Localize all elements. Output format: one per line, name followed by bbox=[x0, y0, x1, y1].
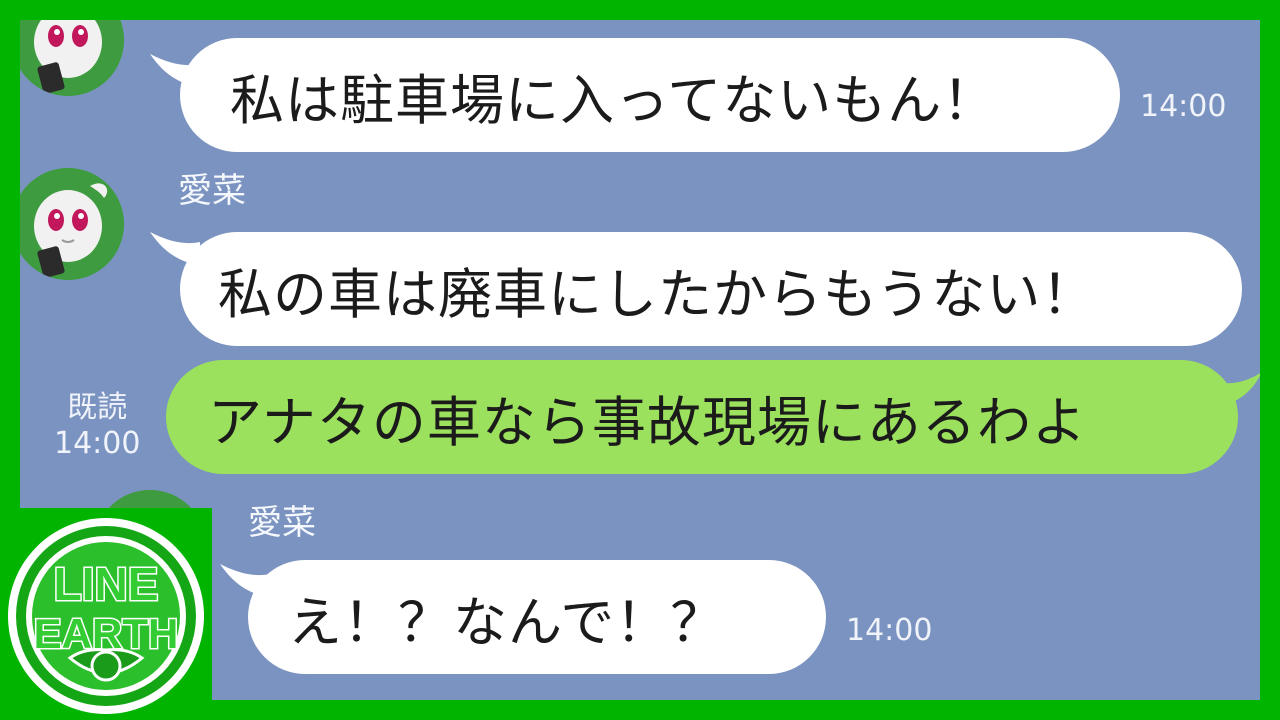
character-avatar-icon bbox=[20, 20, 124, 96]
message-bubble[interactable]: 私の車は廃車にしたからもうない！ bbox=[180, 232, 1242, 346]
sender-name: 愛菜 bbox=[178, 171, 246, 211]
logo-text-line1: LINE bbox=[54, 558, 159, 610]
message-text: 私は駐車場に入ってないもん！ bbox=[230, 68, 998, 132]
message-timestamp: 14:00 bbox=[1140, 89, 1227, 124]
message-bubble[interactable]: 私は駐車場に入ってないもん！ bbox=[180, 38, 1120, 152]
line-earth-logo-icon: LINE EARTH bbox=[8, 518, 204, 714]
message-timestamp: 14:00 bbox=[846, 613, 933, 648]
message-text: 私の車は廃車にしたからもうない！ bbox=[218, 262, 1097, 326]
message-timestamp: 14:00 bbox=[54, 426, 141, 461]
message-text: アナタの車なら事故現場にあるわよ bbox=[208, 390, 1087, 454]
read-receipt: 既読 14:00 bbox=[54, 390, 140, 462]
read-label: 既読 bbox=[67, 390, 128, 425]
contact-avatar[interactable] bbox=[20, 20, 124, 96]
message-text: え！？なんで！？ bbox=[288, 590, 726, 654]
message-bubble[interactable]: アナタの車なら事故現場にあるわよ bbox=[166, 360, 1238, 474]
message-bubble[interactable]: え！？なんで！？ bbox=[248, 560, 826, 674]
channel-logo: LINE EARTH bbox=[0, 508, 212, 720]
logo-text-line2: EARTH bbox=[34, 610, 179, 657]
bubble-tail bbox=[1216, 373, 1260, 408]
sender-name: 愛菜 bbox=[248, 503, 316, 543]
character-avatar-icon bbox=[20, 168, 124, 280]
contact-avatar[interactable] bbox=[20, 168, 124, 280]
